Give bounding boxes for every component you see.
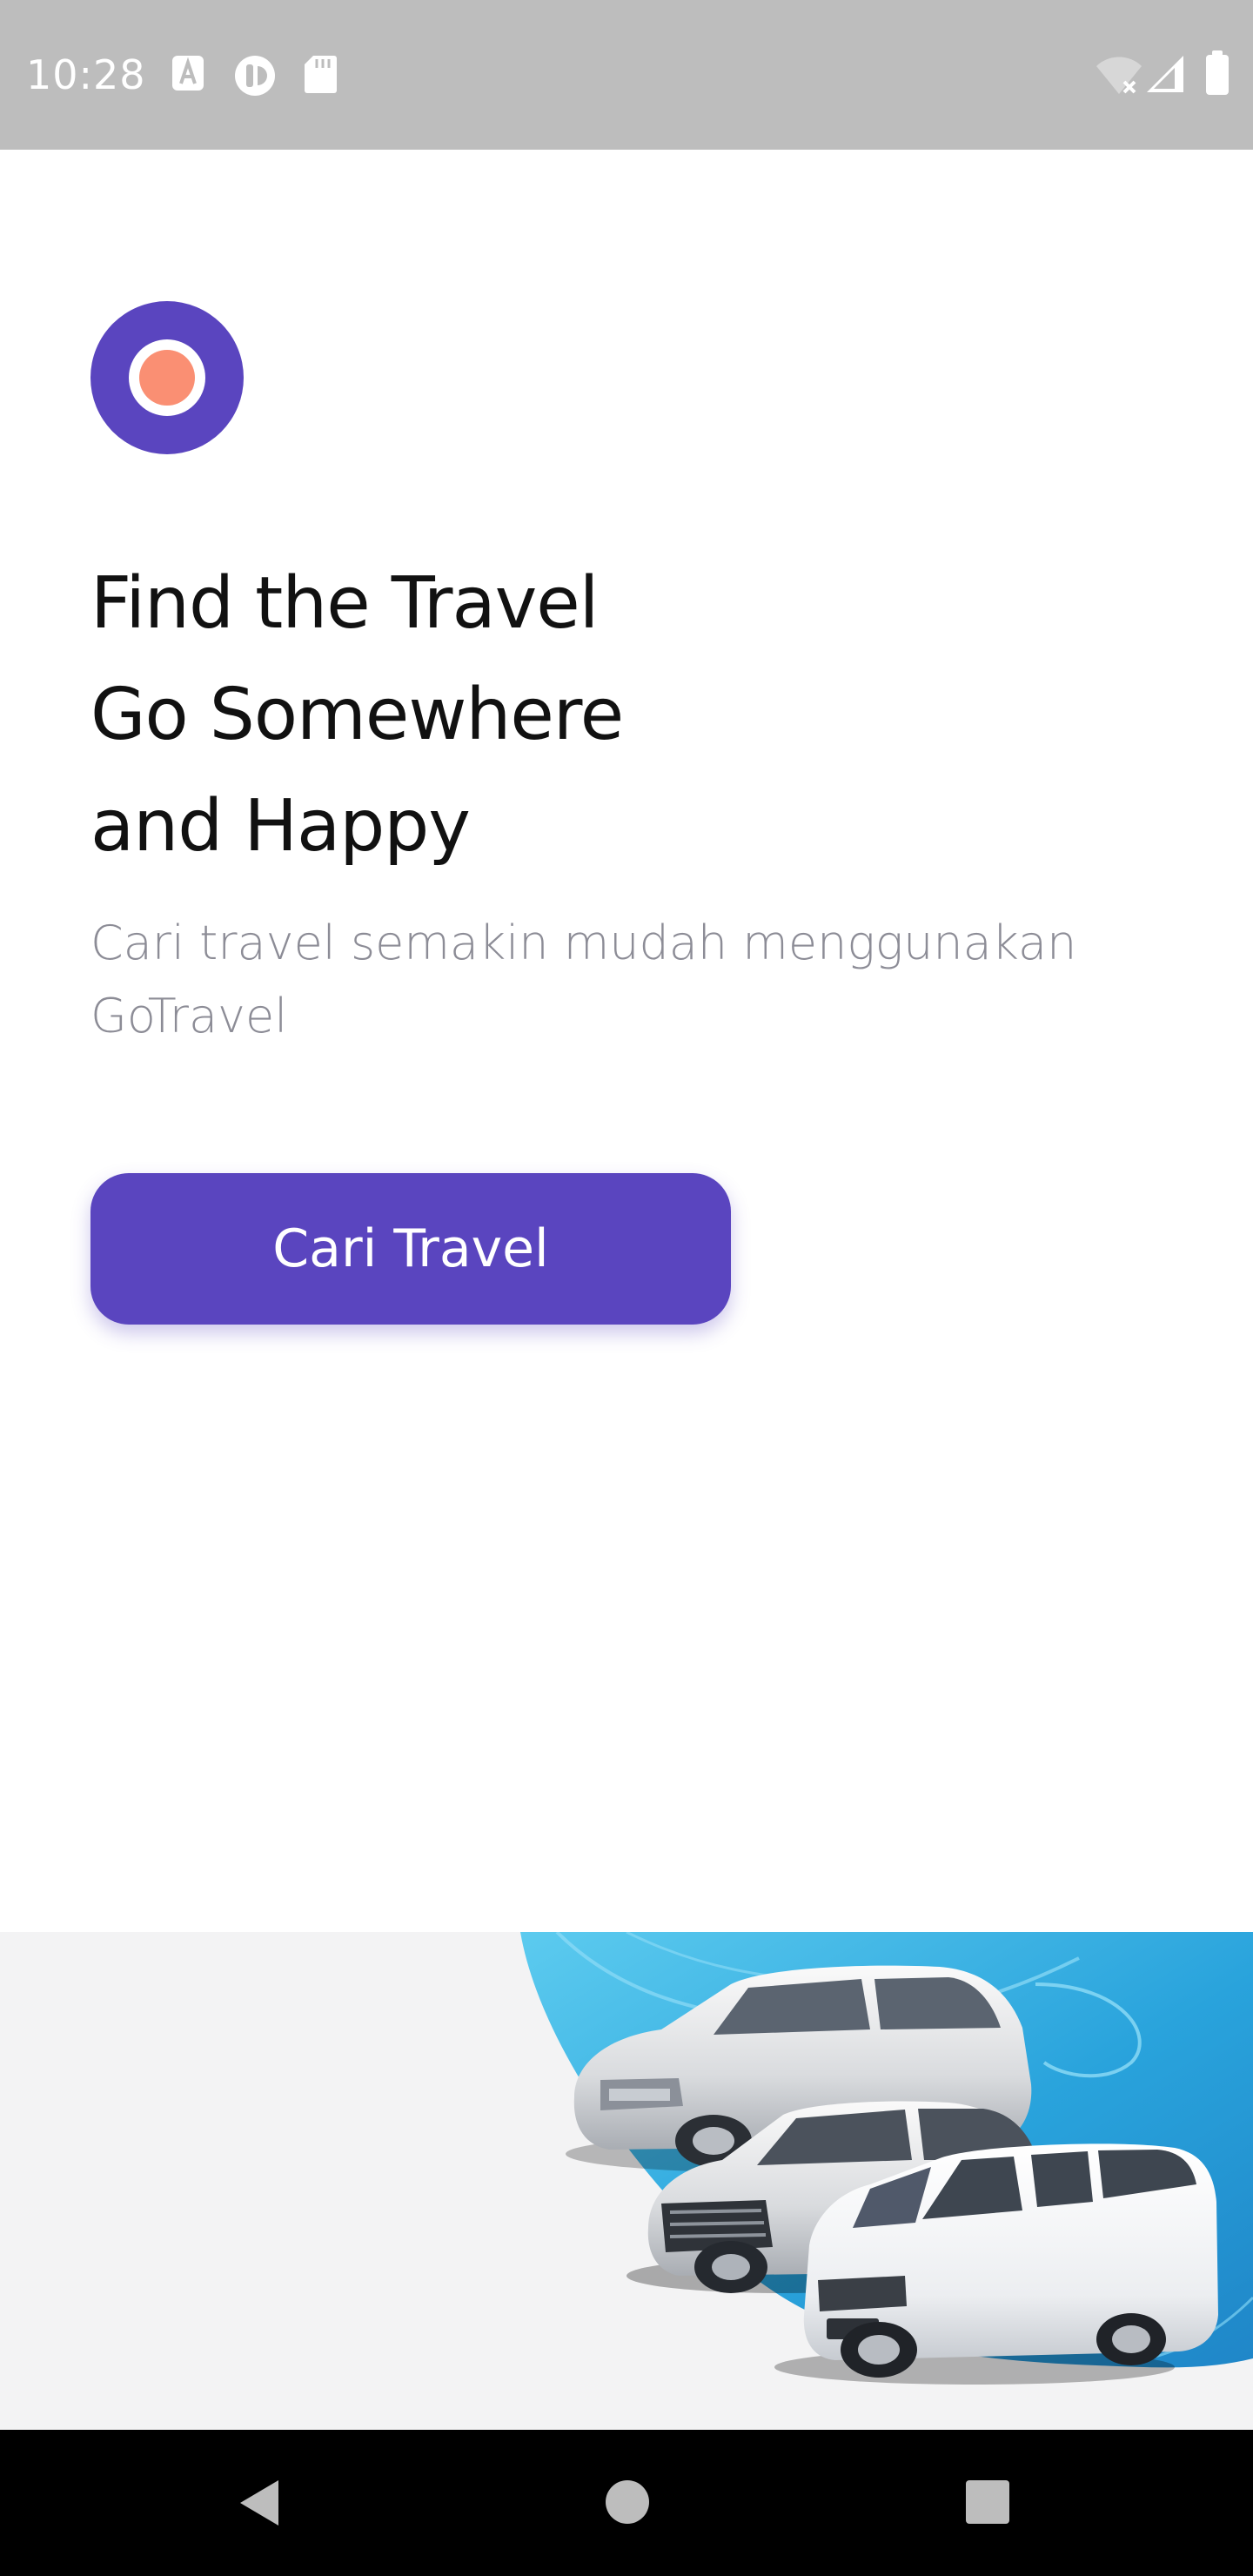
back-icon[interactable]	[233, 2477, 285, 2533]
navigation-bar	[0, 2430, 1253, 2576]
headline-line-1: Find the Travel	[90, 562, 599, 645]
status-time: 10:28	[26, 51, 146, 98]
cari-travel-button[interactable]: Cari Travel	[90, 1173, 731, 1325]
wifi-off-icon	[1095, 52, 1143, 100]
accessibility-a-icon	[171, 54, 205, 97]
home-icon[interactable]	[604, 2479, 651, 2530]
logo-dot	[139, 350, 195, 406]
headline-line-2: Go Somewhere	[90, 674, 624, 756]
battery-icon	[1204, 50, 1230, 100]
target-circle-logo-icon	[90, 301, 244, 454]
recents-icon[interactable]	[964, 2479, 1011, 2530]
logo-ring	[129, 339, 205, 416]
headline: Find the Travel Go Somewhere and Happy	[90, 548, 961, 882]
headline-line-3: and Happy	[90, 785, 471, 868]
hero-band	[0, 1932, 1253, 2430]
app-notification-icon	[233, 54, 277, 102]
vehicles-illustration	[520, 1932, 1253, 2385]
subtitle: Cari travel semakin mudah menggunakan Go…	[90, 916, 1077, 1043]
cell-signal-icon	[1145, 54, 1185, 98]
status-bar: 10:28	[0, 0, 1253, 150]
sd-card-icon	[303, 54, 338, 98]
